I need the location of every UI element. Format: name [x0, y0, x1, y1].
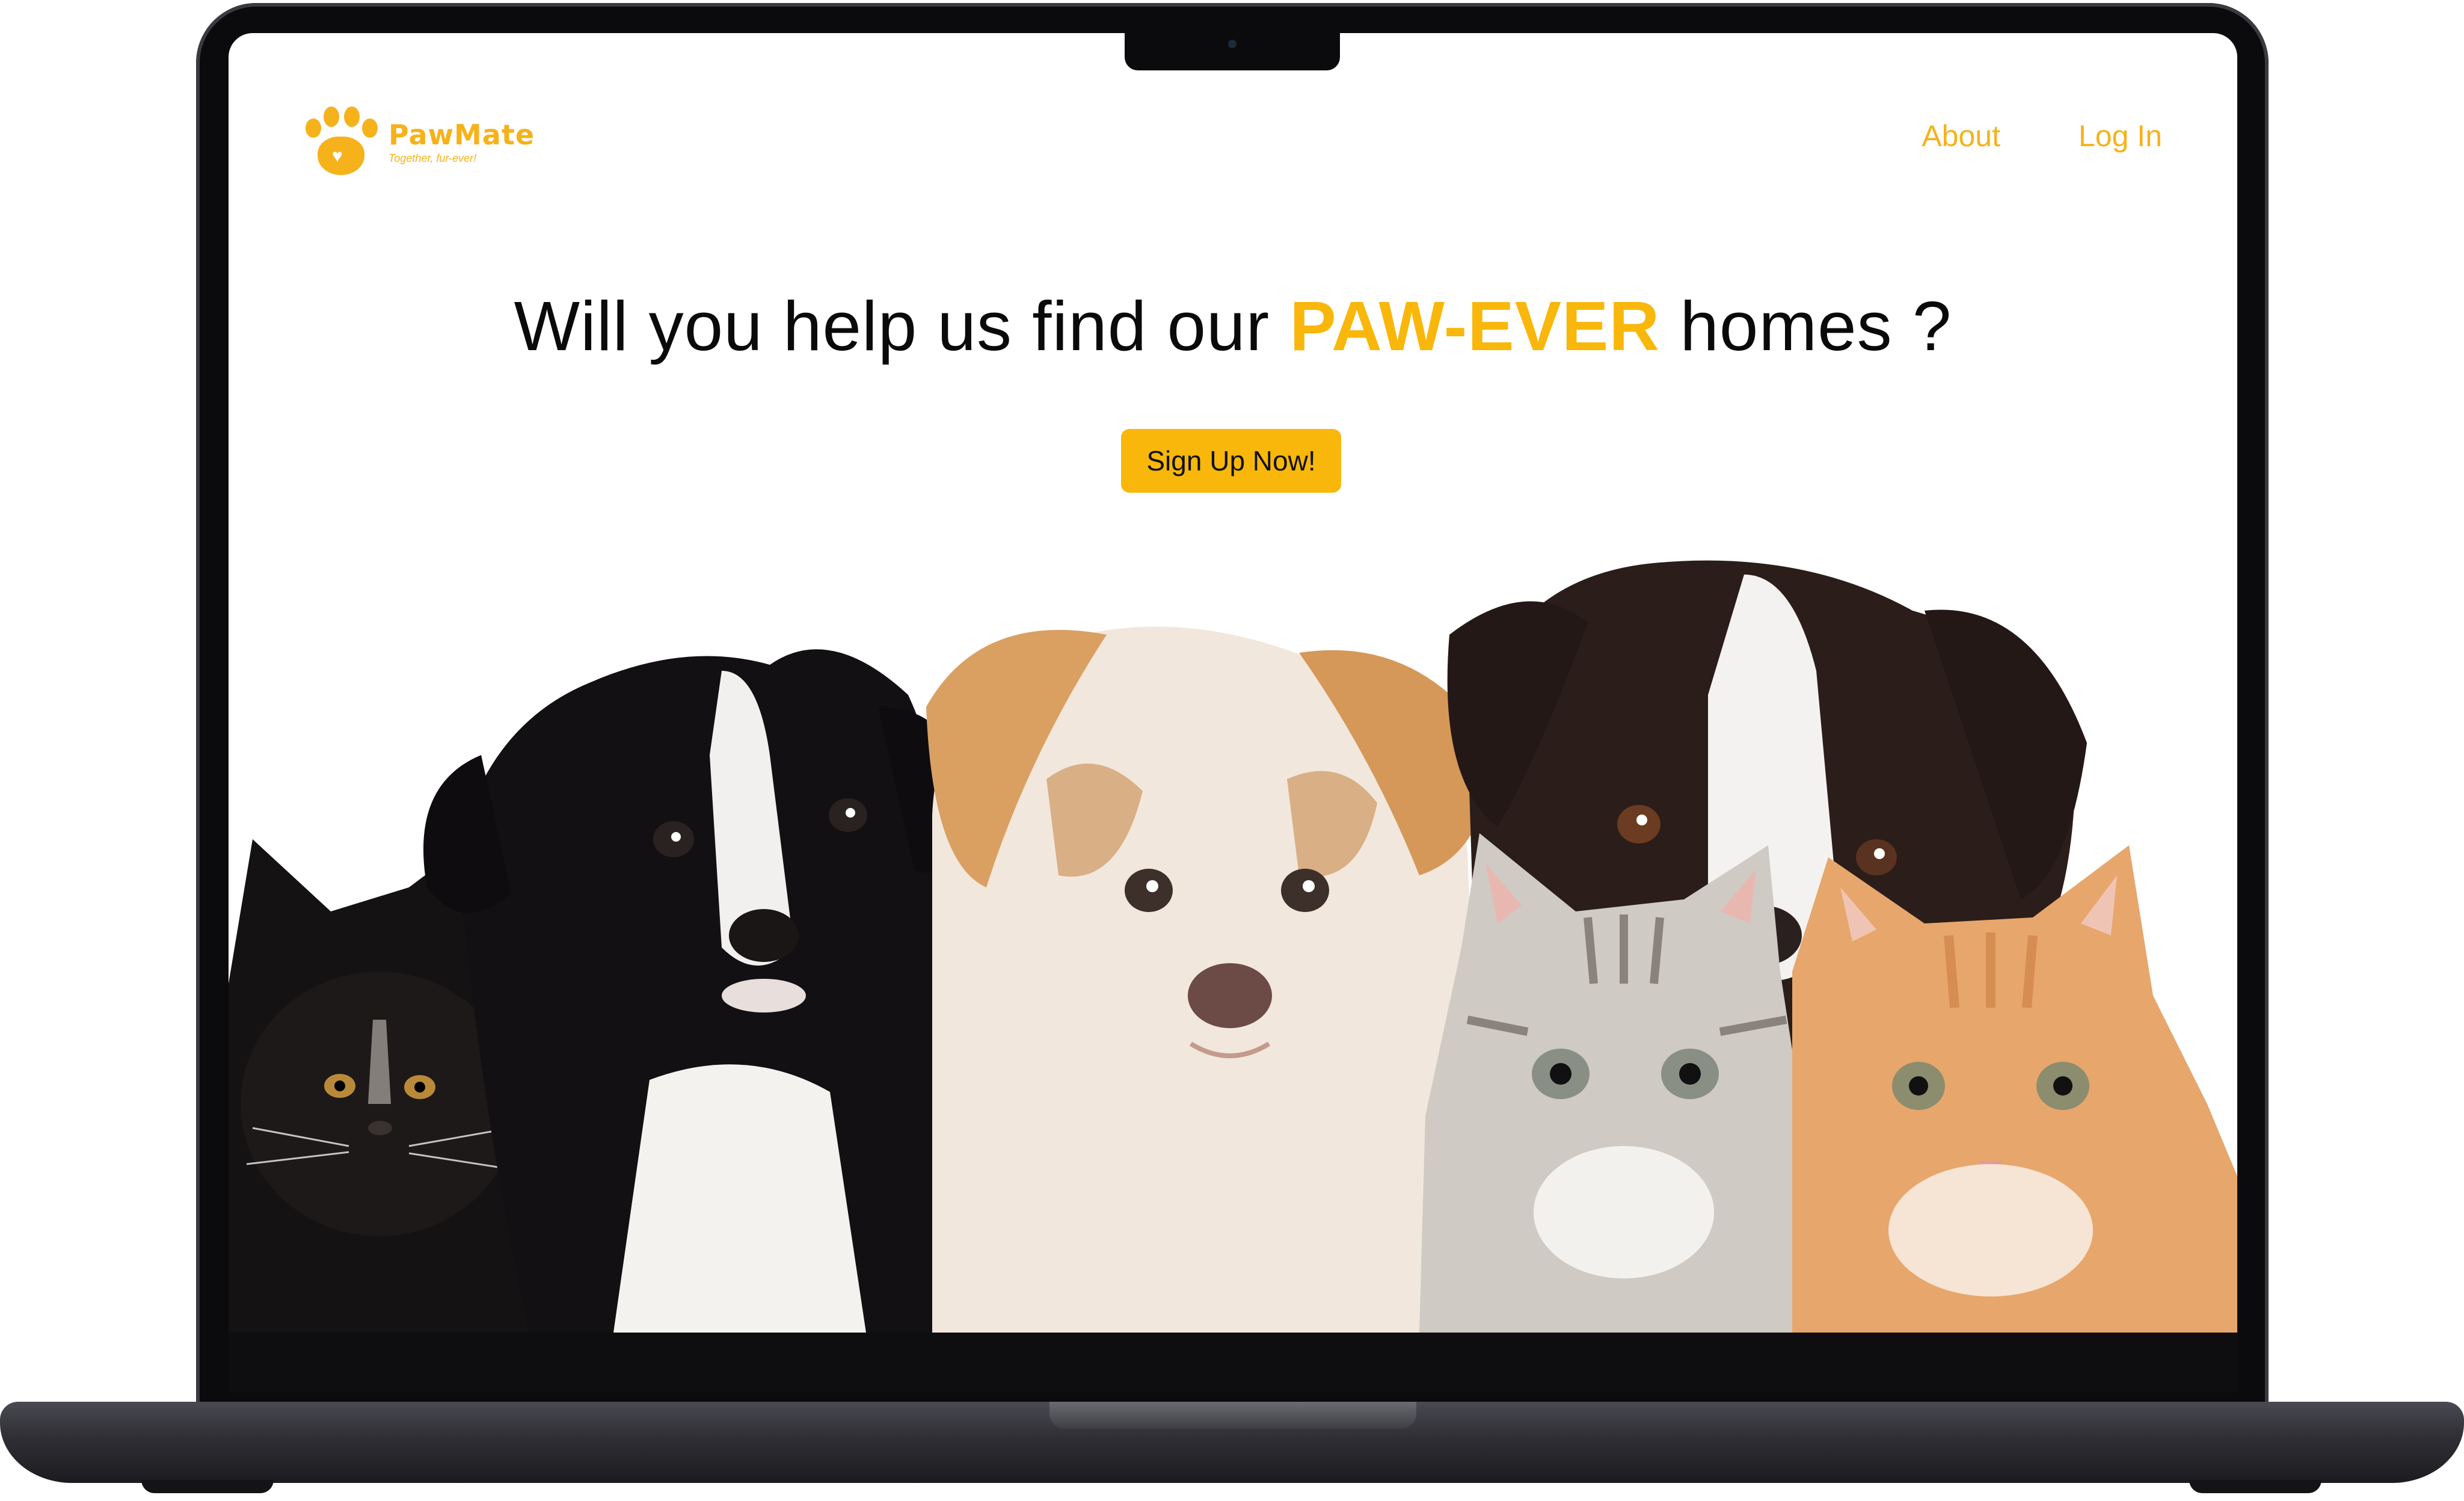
headline-highlight: PAW-EVER — [1289, 287, 1661, 365]
screen-bottom-bezel — [229, 1333, 2237, 1393]
headline-text-after: homes ? — [1660, 287, 1952, 365]
top-nav: About Log In — [1922, 119, 2162, 153]
paw-print-icon: ♥ — [301, 105, 379, 177]
sign-up-button[interactable]: Sign Up Now! — [1121, 429, 1341, 493]
cream-puppy — [926, 626, 1492, 1333]
hero-headline: Will you help us find our PAW-EVER homes… — [229, 286, 2237, 366]
brand-tagline: Together, fur-ever! — [389, 152, 477, 164]
heart-icon: ♥ — [332, 146, 343, 166]
grey-tabby-kitten — [1419, 833, 1804, 1333]
laptop-notch — [1125, 33, 1340, 70]
headline-text-before: Will you help us find our — [514, 287, 1290, 365]
browser-screen: ♥ PawMate Together, fur-ever! About Log … — [229, 33, 2237, 1333]
nav-login-link[interactable]: Log In — [2078, 119, 2162, 153]
brand-logo[interactable]: ♥ PawMate Together, fur-ever! — [301, 105, 535, 177]
laptop-foot-left — [141, 1480, 274, 1493]
camera-icon — [1228, 40, 1237, 48]
laptop-foot-right — [2189, 1480, 2321, 1493]
nav-about-link[interactable]: About — [1922, 119, 2000, 153]
laptop-opening-lip — [1049, 1402, 1416, 1429]
brand-name: PawMate — [389, 118, 535, 151]
pets-hero-image — [229, 560, 2237, 1333]
